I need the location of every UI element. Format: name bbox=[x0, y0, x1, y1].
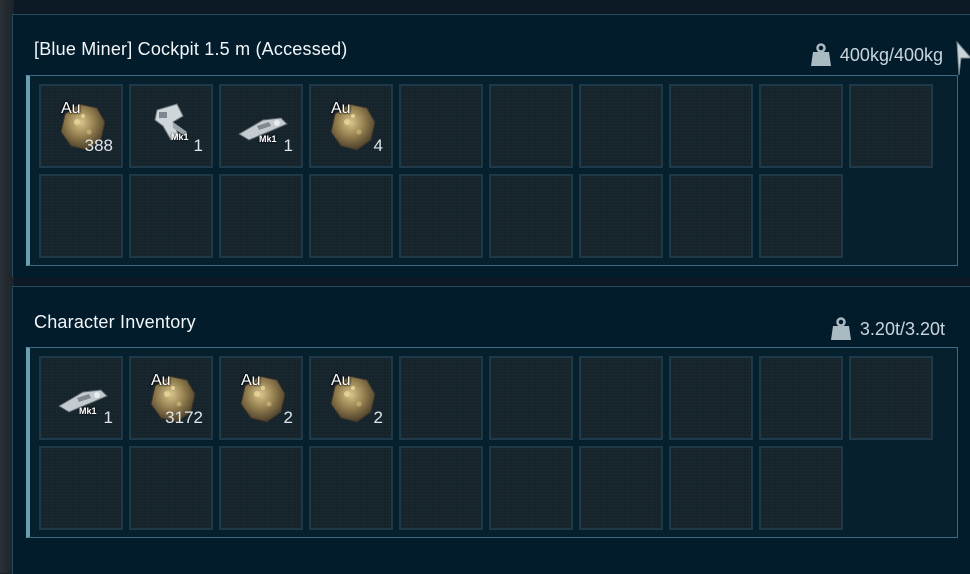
weight-icon bbox=[810, 43, 831, 66]
character-slot-empty[interactable] bbox=[669, 356, 753, 440]
element-symbol-label: Au bbox=[241, 372, 261, 389]
cockpit-inventory-panel: [Blue Miner] Cockpit 1.5 m (Accessed) 40… bbox=[12, 14, 970, 277]
character-inventory-panel: Character Inventory 3.20t/3.20t Mk1 1 Au 31… bbox=[12, 286, 970, 574]
cockpit-slot-empty[interactable] bbox=[489, 174, 573, 258]
cockpit-slot-empty[interactable] bbox=[849, 84, 933, 168]
tier-label: Mk1 bbox=[171, 132, 189, 142]
character-slot-item[interactable]: Mk1 1 bbox=[39, 356, 123, 440]
character-slot-empty[interactable] bbox=[399, 446, 483, 530]
character-slot-empty[interactable] bbox=[129, 446, 213, 530]
cockpit-slot-item[interactable]: Mk1 1 bbox=[219, 84, 303, 168]
cockpit-slot-empty[interactable] bbox=[309, 174, 393, 258]
character-weight-indicator: 3.20t/3.20t bbox=[830, 317, 945, 341]
character-slot-empty[interactable] bbox=[399, 356, 483, 440]
character-slot-item[interactable]: Au 3172 bbox=[129, 356, 213, 440]
character-slot-empty[interactable] bbox=[579, 356, 663, 440]
cockpit-slot-empty[interactable] bbox=[579, 174, 663, 258]
tier-label: Mk1 bbox=[79, 406, 97, 416]
cockpit-slot-empty[interactable] bbox=[399, 174, 483, 258]
item-quantity: 1 bbox=[283, 136, 293, 155]
item-quantity: 1 bbox=[193, 136, 203, 155]
character-slot-empty[interactable] bbox=[39, 446, 123, 530]
character-slot-empty[interactable] bbox=[849, 356, 933, 440]
character-slot-grid: Mk1 1 Au 3172 Au 2 Au 2 bbox=[39, 356, 933, 530]
character-slot-item[interactable]: Au 2 bbox=[309, 356, 393, 440]
character-slot-empty[interactable] bbox=[759, 446, 843, 530]
item-quantity: 4 bbox=[373, 136, 383, 155]
tier-label: Mk1 bbox=[259, 134, 277, 144]
character-slot-item[interactable]: Au 2 bbox=[219, 356, 303, 440]
item-quantity: 388 bbox=[84, 136, 113, 155]
character-slot-empty[interactable] bbox=[489, 446, 573, 530]
item-quantity: 1 bbox=[103, 408, 113, 427]
cockpit-weight-text: 400kg/400kg bbox=[839, 44, 943, 65]
cockpit-slot-empty[interactable] bbox=[669, 174, 753, 258]
character-slot-empty[interactable] bbox=[669, 446, 753, 530]
cockpit-slot-empty[interactable] bbox=[219, 174, 303, 258]
item-quantity: 3172 bbox=[165, 408, 203, 427]
character-slot-empty[interactable] bbox=[579, 446, 663, 530]
cockpit-slot-empty[interactable] bbox=[39, 174, 123, 258]
item-quantity: 2 bbox=[283, 408, 293, 427]
character-weight-text: 3.20t/3.20t bbox=[859, 318, 945, 339]
element-symbol-label: Au bbox=[151, 372, 171, 389]
character-slot-empty[interactable] bbox=[489, 356, 573, 440]
cockpit-slot-item[interactable]: Au 388 bbox=[39, 84, 123, 168]
cockpit-inventory-grid: Au 388 Mk1 1 Mk1 1 Au 4 bbox=[26, 75, 958, 266]
cockpit-slot-empty[interactable] bbox=[489, 84, 573, 168]
cockpit-slot-empty[interactable] bbox=[579, 84, 663, 168]
cockpit-weight-indicator: 400kg/400kg bbox=[810, 43, 943, 67]
cockpit-slot-empty[interactable] bbox=[669, 84, 753, 168]
item-quantity: 2 bbox=[373, 408, 383, 427]
character-inventory-title: Character Inventory bbox=[34, 312, 196, 332]
cockpit-slot-item[interactable]: Mk1 1 bbox=[129, 84, 213, 168]
cockpit-slot-empty[interactable] bbox=[759, 174, 843, 258]
element-symbol-label: Au bbox=[61, 100, 81, 117]
character-slot-empty[interactable] bbox=[309, 446, 393, 530]
cockpit-slot-empty[interactable] bbox=[129, 174, 213, 258]
cursor-arrow-icon bbox=[956, 41, 970, 76]
cockpit-slot-empty[interactable] bbox=[759, 84, 843, 168]
weight-icon bbox=[830, 317, 851, 340]
cockpit-slot-item[interactable]: Au 4 bbox=[309, 84, 393, 168]
character-slot-empty[interactable] bbox=[219, 446, 303, 530]
character-inventory-grid: Mk1 1 Au 3172 Au 2 Au 2 bbox=[26, 347, 958, 538]
element-symbol-label: Au bbox=[331, 100, 351, 117]
cockpit-inventory-title: [Blue Miner] Cockpit 1.5 m (Accessed) bbox=[34, 39, 348, 59]
cockpit-slot-empty[interactable] bbox=[399, 84, 483, 168]
character-slot-empty[interactable] bbox=[759, 356, 843, 440]
element-symbol-label: Au bbox=[331, 372, 351, 389]
cockpit-slot-grid: Au 388 Mk1 1 Mk1 1 Au 4 bbox=[39, 84, 933, 258]
